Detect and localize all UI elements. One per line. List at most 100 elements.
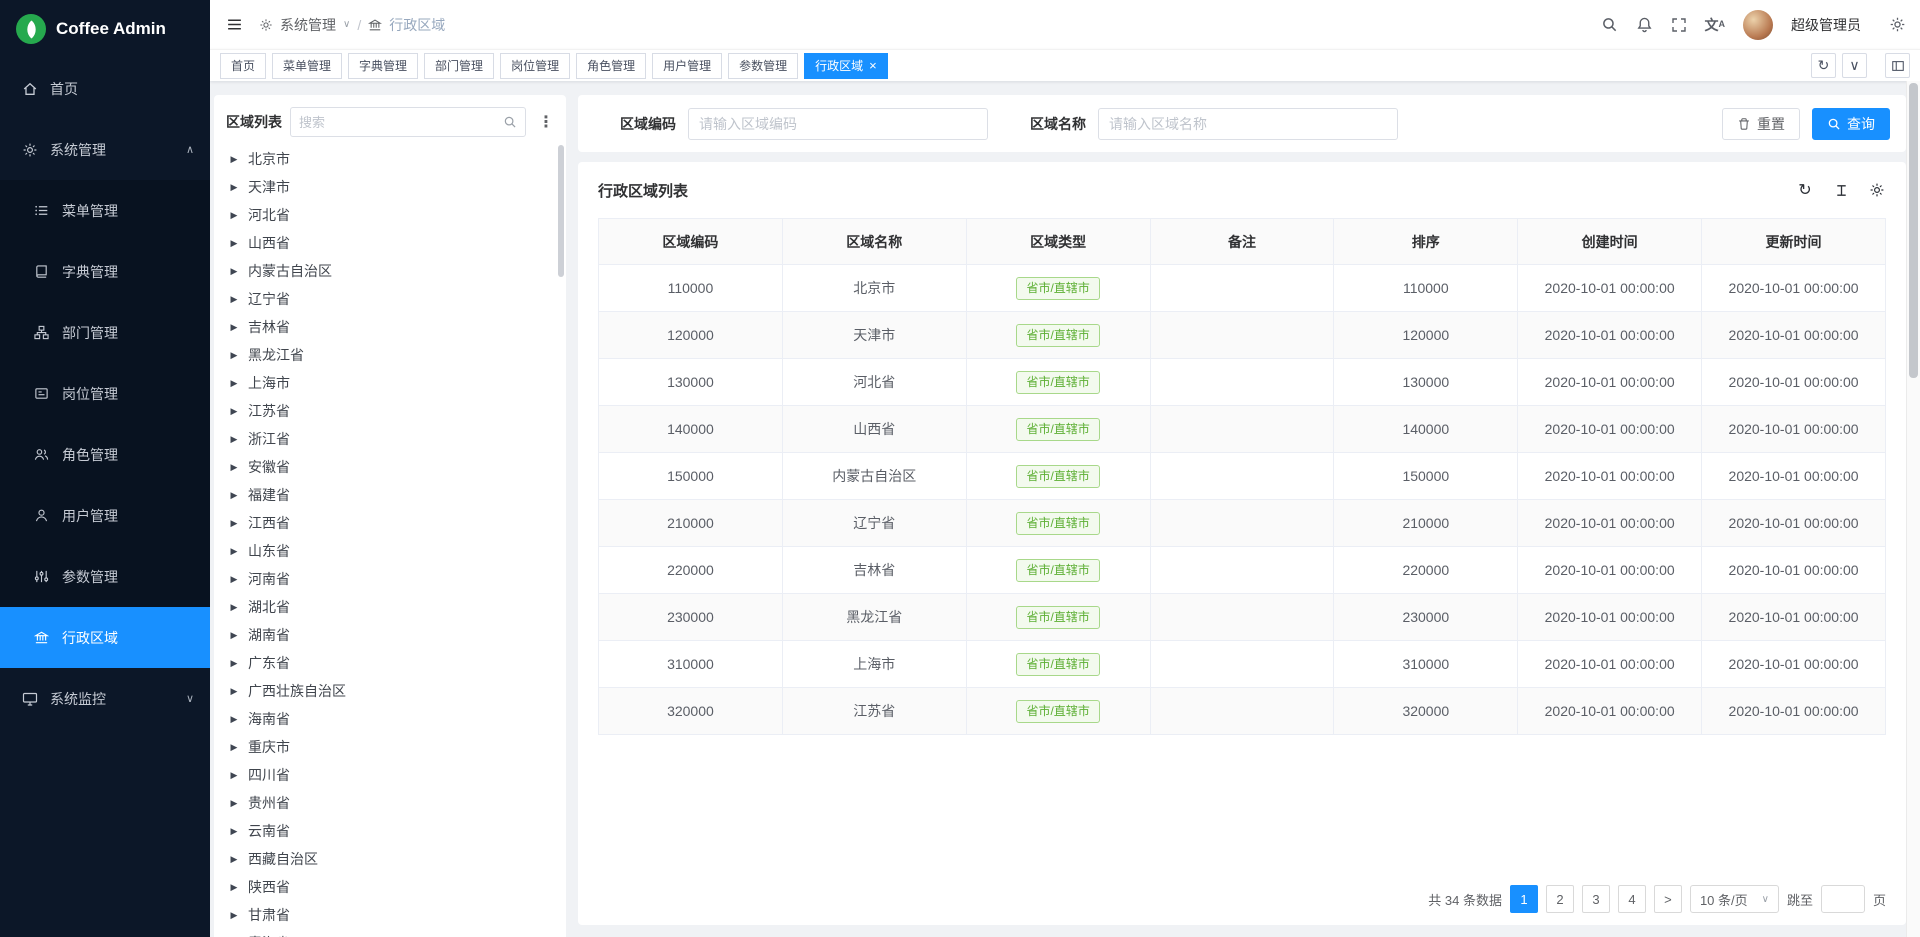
tree-item[interactable]: ▶ 西藏自治区 xyxy=(214,845,566,873)
tab[interactable]: 首页 xyxy=(220,53,266,79)
page-scrollbar-thumb[interactable] xyxy=(1909,83,1918,378)
table-row[interactable]: 220000 吉林省 省市/直辖市 220000 2020-10-01 00:0… xyxy=(599,547,1886,594)
refresh-icon[interactable]: ↻ xyxy=(1811,53,1836,78)
gear-icon[interactable] xyxy=(1868,181,1886,199)
page-size-select[interactable]: 10 条/页 ∨ xyxy=(1690,885,1779,913)
sidebar-item-system-management[interactable]: 系统管理 ∧ xyxy=(0,119,210,180)
table-row[interactable]: 320000 江苏省 省市/直辖市 320000 2020-10-01 00:0… xyxy=(599,688,1886,735)
caret-right-icon[interactable]: ▶ xyxy=(229,406,239,417)
caret-right-icon[interactable]: ▶ xyxy=(229,322,239,333)
more-options-icon[interactable]: ⋮ xyxy=(534,112,558,132)
page-button[interactable]: 2 xyxy=(1546,885,1574,913)
caret-right-icon[interactable]: ▶ xyxy=(229,882,239,893)
table-row[interactable]: 130000 河北省 省市/直辖市 130000 2020-10-01 00:0… xyxy=(599,359,1886,406)
caret-right-icon[interactable]: ▶ xyxy=(229,154,239,165)
caret-right-icon[interactable]: ▶ xyxy=(229,630,239,641)
tab[interactable]: 参数管理 xyxy=(728,53,798,79)
tree-item[interactable]: ▶ 甘肃省 xyxy=(214,901,566,929)
translate-icon[interactable]: 文A xyxy=(1705,18,1726,32)
tab[interactable]: 菜单管理 xyxy=(272,53,342,79)
close-icon[interactable]: × xyxy=(869,59,877,72)
tree-item[interactable]: ▶ 安徽省 xyxy=(214,453,566,481)
region-name-input[interactable] xyxy=(1098,108,1398,140)
bell-icon[interactable] xyxy=(1636,16,1653,33)
caret-right-icon[interactable]: ▶ xyxy=(229,826,239,837)
sidebar-item-role-management[interactable]: 角色管理 xyxy=(0,424,210,485)
tree-item[interactable]: ▶ 河北省 xyxy=(214,201,566,229)
sidebar-item-system-monitor[interactable]: 系统监控 ∨ xyxy=(0,668,210,729)
caret-right-icon[interactable]: ▶ xyxy=(229,658,239,669)
search-icon[interactable] xyxy=(503,115,517,129)
tree-item[interactable]: ▶ 云南省 xyxy=(214,817,566,845)
reset-button[interactable]: 重置 xyxy=(1722,108,1800,140)
tree-item[interactable]: ▶ 海南省 xyxy=(214,705,566,733)
tree-item[interactable]: ▶ 贵州省 xyxy=(214,789,566,817)
page-button-active[interactable]: 1 xyxy=(1510,885,1538,913)
tree-item[interactable]: ▶ 江苏省 xyxy=(214,397,566,425)
region-code-input[interactable] xyxy=(688,108,988,140)
tree-item[interactable]: ▶ 天津市 xyxy=(214,173,566,201)
tree-item[interactable]: ▶ 湖北省 xyxy=(214,593,566,621)
table-row[interactable]: 120000 天津市 省市/直辖市 120000 2020-10-01 00:0… xyxy=(599,312,1886,359)
fullscreen-icon[interactable] xyxy=(1671,17,1687,33)
tree-item[interactable]: ▶ 江西省 xyxy=(214,509,566,537)
tree-item[interactable]: ▶ 河南省 xyxy=(214,565,566,593)
caret-right-icon[interactable]: ▶ xyxy=(229,490,239,501)
chevron-down-icon[interactable]: ∨ xyxy=(343,19,350,30)
column-settings-icon[interactable] xyxy=(1832,181,1850,199)
tree-item[interactable]: ▶ 青海省 xyxy=(214,929,566,937)
caret-right-icon[interactable]: ▶ xyxy=(229,434,239,445)
caret-right-icon[interactable]: ▶ xyxy=(229,350,239,361)
table-row[interactable]: 140000 山西省 省市/直辖市 140000 2020-10-01 00:0… xyxy=(599,406,1886,453)
sidebar-item-user-management[interactable]: 用户管理 xyxy=(0,485,210,546)
sidebar-item-dictionary-management[interactable]: 字典管理 xyxy=(0,241,210,302)
tree-item[interactable]: ▶ 北京市 xyxy=(214,145,566,173)
caret-right-icon[interactable]: ▶ xyxy=(229,770,239,781)
tree-item[interactable]: ▶ 湖南省 xyxy=(214,621,566,649)
caret-right-icon[interactable]: ▶ xyxy=(229,546,239,557)
next-page-button[interactable]: > xyxy=(1654,885,1682,913)
tree-item[interactable]: ▶ 陕西省 xyxy=(214,873,566,901)
sidebar-item-department-management[interactable]: 部门管理 xyxy=(0,302,210,363)
tab[interactable]: 角色管理 xyxy=(576,53,646,79)
hamburger-menu-icon[interactable] xyxy=(224,16,245,33)
tree-item[interactable]: ▶ 广西壮族自治区 xyxy=(214,677,566,705)
caret-right-icon[interactable]: ▶ xyxy=(229,686,239,697)
sidebar-item-home[interactable]: 首页 xyxy=(0,58,210,119)
tree-item[interactable]: ▶ 吉林省 xyxy=(214,313,566,341)
table-row[interactable]: 110000 北京市 省市/直辖市 110000 2020-10-01 00:0… xyxy=(599,265,1886,312)
avatar[interactable] xyxy=(1743,10,1773,40)
tree-item[interactable]: ▶ 上海市 xyxy=(214,369,566,397)
search-button[interactable]: 查询 xyxy=(1812,108,1890,140)
table-row[interactable]: 310000 上海市 省市/直辖市 310000 2020-10-01 00:0… xyxy=(599,641,1886,688)
chevron-down-icon[interactable]: ∨ xyxy=(1842,53,1867,78)
caret-right-icon[interactable]: ▶ xyxy=(229,462,239,473)
caret-right-icon[interactable]: ▶ xyxy=(229,602,239,613)
tab[interactable]: 岗位管理 xyxy=(500,53,570,79)
caret-right-icon[interactable]: ▶ xyxy=(229,742,239,753)
caret-right-icon[interactable]: ▶ xyxy=(229,910,239,921)
settings-gear-icon[interactable] xyxy=(1889,16,1906,33)
sidebar-item-menu-management[interactable]: 菜单管理 xyxy=(0,180,210,241)
caret-right-icon[interactable]: ▶ xyxy=(229,294,239,305)
tree-item[interactable]: ▶ 山西省 xyxy=(214,229,566,257)
tree-item[interactable]: ▶ 辽宁省 xyxy=(214,285,566,313)
layout-toggle-icon[interactable] xyxy=(1885,53,1910,78)
search-icon[interactable] xyxy=(1601,16,1618,33)
tree-search-input[interactable] xyxy=(299,115,497,130)
caret-right-icon[interactable]: ▶ xyxy=(229,714,239,725)
tab[interactable]: 部门管理 xyxy=(424,53,494,79)
tree-item[interactable]: ▶ 浙江省 xyxy=(214,425,566,453)
app-logo[interactable]: Coffee Admin xyxy=(0,0,210,58)
table-row[interactable]: 230000 黑龙江省 省市/直辖市 230000 2020-10-01 00:… xyxy=(599,594,1886,641)
page-scrollbar[interactable] xyxy=(1906,81,1920,937)
tree-item[interactable]: ▶ 山东省 xyxy=(214,537,566,565)
tab[interactable]: 字典管理 xyxy=(348,53,418,79)
caret-right-icon[interactable]: ▶ xyxy=(229,798,239,809)
caret-right-icon[interactable]: ▶ xyxy=(229,378,239,389)
tree-item[interactable]: ▶ 内蒙古自治区 xyxy=(214,257,566,285)
caret-right-icon[interactable]: ▶ xyxy=(229,518,239,529)
caret-right-icon[interactable]: ▶ xyxy=(229,854,239,865)
caret-right-icon[interactable]: ▶ xyxy=(229,182,239,193)
table-row[interactable]: 150000 内蒙古自治区 省市/直辖市 150000 2020-10-01 0… xyxy=(599,453,1886,500)
